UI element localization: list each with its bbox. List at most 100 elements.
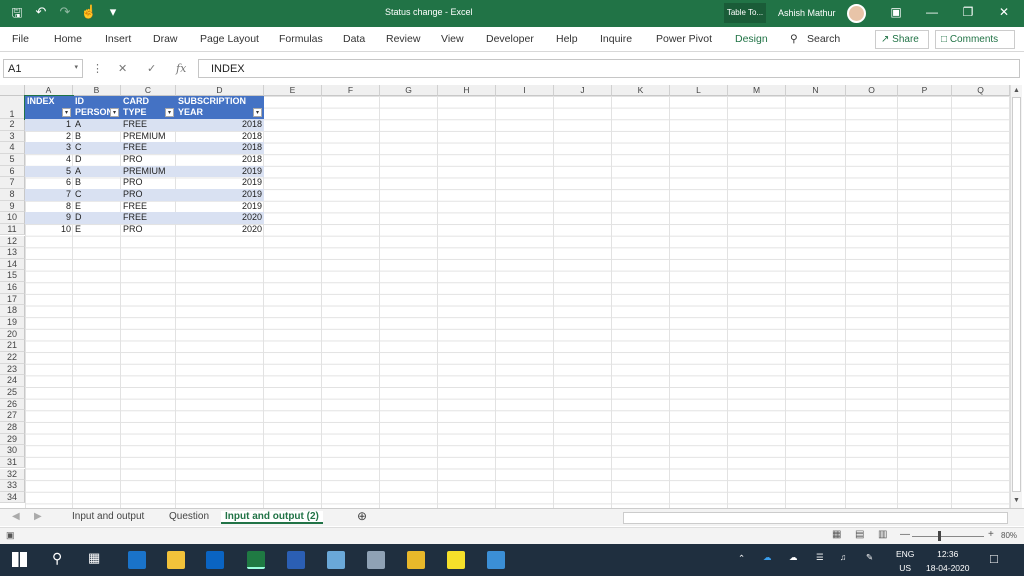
excel-icon[interactable]: [247, 551, 265, 569]
table-cell[interactable]: 2019: [176, 201, 264, 213]
chevron-down-icon[interactable]: ▾: [74, 63, 78, 71]
app-icon[interactable]: [327, 551, 345, 569]
clock[interactable]: 12:36 18-04-2020: [926, 549, 969, 573]
table-cell[interactable]: 2019: [176, 177, 264, 189]
tab-view[interactable]: View: [441, 33, 464, 45]
table-cell[interactable]: FREE: [121, 142, 176, 154]
horizontal-scrollbar[interactable]: [623, 512, 1008, 524]
onedrive-icon[interactable]: ☁: [763, 552, 772, 563]
scroll-thumb[interactable]: [1012, 97, 1021, 492]
row-header-13[interactable]: 13: [0, 247, 25, 259]
search-icon[interactable]: ⚲: [790, 33, 798, 45]
zoom-in-icon[interactable]: +: [988, 529, 994, 540]
tab-page-layout[interactable]: Page Layout: [200, 33, 259, 45]
add-sheet-icon[interactable]: ⊕: [357, 509, 367, 523]
row-header-28[interactable]: 28: [0, 421, 25, 434]
word-icon[interactable]: [287, 551, 305, 569]
table-cell[interactable]: B: [73, 131, 121, 143]
formula-input[interactable]: INDEX: [198, 59, 1020, 78]
scroll-left-icon[interactable]: ◀: [12, 511, 20, 522]
column-header-e[interactable]: E: [264, 85, 322, 96]
avatar[interactable]: [847, 4, 866, 23]
column-header-o[interactable]: O: [846, 85, 898, 96]
enter-icon[interactable]: ✓: [147, 62, 156, 75]
chevron-up-icon[interactable]: ⌃: [738, 553, 745, 564]
customize-qat-icon[interactable]: ▾: [104, 4, 122, 26]
page-layout-view-icon[interactable]: ▤: [855, 529, 864, 540]
windows-start-icon[interactable]: [12, 552, 27, 567]
column-header-m[interactable]: M: [728, 85, 786, 96]
table-cell[interactable]: 2020: [176, 212, 264, 224]
tab-home[interactable]: Home: [54, 33, 82, 45]
sheet-tab-input-output[interactable]: Input and output: [72, 511, 144, 522]
row-header-15[interactable]: 15: [0, 270, 25, 283]
row-header-12[interactable]: 12: [0, 235, 25, 248]
table-cell[interactable]: D: [73, 154, 121, 166]
table-cell[interactable]: E: [73, 201, 121, 213]
row-header-29[interactable]: 29: [0, 433, 25, 446]
row-header-11[interactable]: 11: [0, 223, 25, 236]
sheet-tab-question[interactable]: Question: [169, 511, 209, 522]
table-cell[interactable]: 2020: [176, 224, 264, 236]
row-header-19[interactable]: 19: [0, 317, 25, 329]
row-header-10[interactable]: 10: [0, 212, 25, 224]
wifi-icon[interactable]: ☰: [816, 552, 824, 563]
row-header-9[interactable]: 9: [0, 200, 25, 213]
row-header-18[interactable]: 18: [0, 305, 25, 318]
column-header-f[interactable]: F: [322, 85, 380, 96]
tab-data[interactable]: Data: [343, 33, 365, 45]
tab-formulas[interactable]: Formulas: [279, 33, 323, 45]
row-header-1[interactable]: 1: [0, 96, 25, 119]
photos-icon[interactable]: [487, 551, 505, 569]
zoom-slider[interactable]: [912, 536, 984, 537]
table-cell[interactable]: D: [73, 212, 121, 224]
column-header-i[interactable]: I: [496, 85, 554, 96]
volume-icon[interactable]: ♫: [840, 552, 846, 562]
share-button[interactable]: ↗ Share: [875, 30, 929, 49]
column-header-k[interactable]: K: [612, 85, 670, 96]
column-header-l[interactable]: L: [670, 85, 728, 96]
row-header-3[interactable]: 3: [0, 130, 25, 143]
scroll-down-icon[interactable]: ▼: [1012, 497, 1021, 506]
row-header-20[interactable]: 20: [0, 328, 25, 341]
table-cell[interactable]: 2018: [176, 154, 264, 166]
table-cell[interactable]: PRO: [121, 224, 176, 236]
row-header-4[interactable]: 4: [0, 142, 25, 154]
table-cell[interactable]: 6: [25, 177, 73, 189]
column-header-d[interactable]: D: [176, 85, 264, 96]
zoom-level[interactable]: 80%: [1001, 531, 1017, 540]
tab-review[interactable]: Review: [386, 33, 420, 45]
touch-mode-icon[interactable]: ☝: [80, 4, 98, 26]
filter-dropdown-icon[interactable]: ▾: [253, 108, 262, 117]
minimize-icon[interactable]: —: [918, 5, 946, 19]
select-all-corner[interactable]: [0, 85, 25, 96]
restore-icon[interactable]: ❐: [954, 5, 982, 19]
row-header-30[interactable]: 30: [0, 445, 25, 457]
table-header-cell[interactable]: SUBSCRIPTION YEAR: [176, 96, 264, 119]
column-header-n[interactable]: N: [786, 85, 846, 96]
tab-file[interactable]: File: [12, 33, 29, 45]
comments-button[interactable]: □ Comments: [935, 30, 1015, 49]
table-cell[interactable]: A: [73, 119, 121, 131]
zoom-out-icon[interactable]: —: [900, 529, 910, 540]
table-cell[interactable]: 2018: [176, 142, 264, 154]
table-cell[interactable]: 9: [25, 212, 73, 224]
language-indicator[interactable]: ENG US: [896, 549, 914, 573]
row-header-31[interactable]: 31: [0, 456, 25, 469]
table-cell[interactable]: PREMIUM: [121, 165, 176, 178]
row-header-26[interactable]: 26: [0, 398, 25, 411]
column-header-j[interactable]: J: [554, 85, 612, 96]
row-header-14[interactable]: 14: [0, 258, 25, 271]
table-cell[interactable]: 2: [25, 131, 73, 143]
row-header-5[interactable]: 5: [0, 153, 25, 166]
power-bi-icon[interactable]: [407, 551, 425, 569]
page-break-view-icon[interactable]: ▥: [878, 529, 887, 540]
outlook-icon[interactable]: [206, 551, 224, 569]
cloud-icon[interactable]: ☁: [789, 552, 798, 563]
table-cell[interactable]: C: [73, 142, 121, 154]
macro-record-icon[interactable]: ▣: [6, 530, 15, 541]
redo-icon[interactable]: ↷: [56, 4, 74, 26]
insert-function-icon[interactable]: fx: [176, 62, 186, 75]
search-icon[interactable]: ⚲: [52, 550, 62, 567]
table-cell[interactable]: 8: [25, 201, 73, 213]
